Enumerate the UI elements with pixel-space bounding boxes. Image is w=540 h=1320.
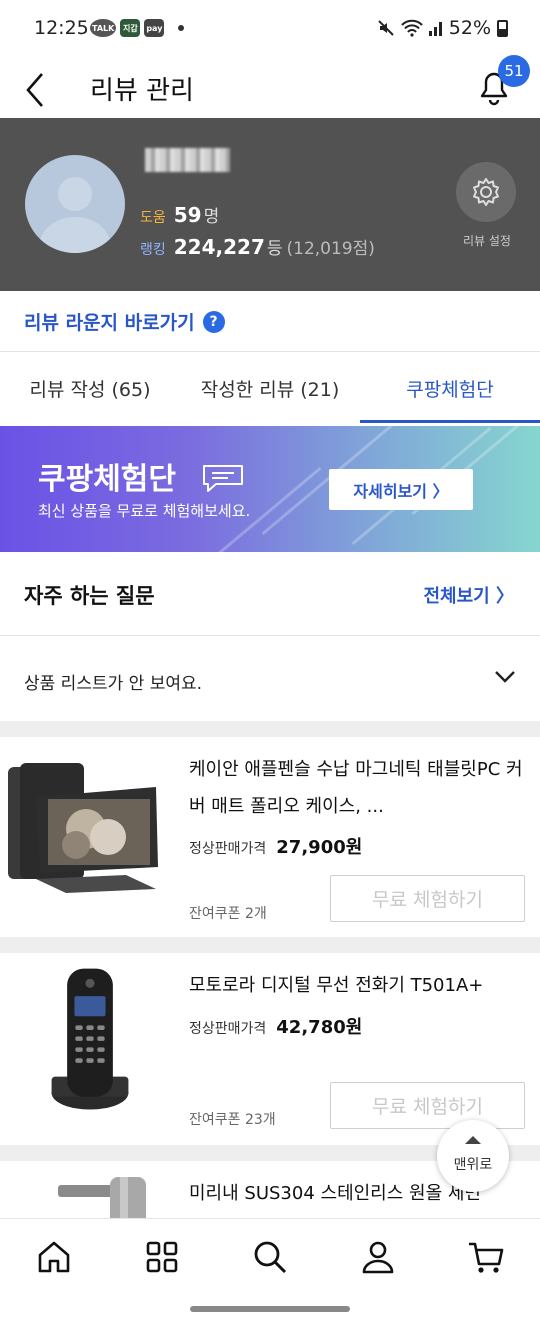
section-gap [0,937,540,953]
divider [0,635,540,636]
app-header: 리뷰 관리 51 [0,55,540,118]
coupon-count: 잔여쿠폰 23개 [189,1112,276,1128]
back-arrow-icon [26,73,43,107]
nav-search[interactable] [250,1237,290,1277]
kakaotalk-icon: TALK [90,19,117,37]
tab-write-review[interactable]: 리뷰 작성 (65) [0,352,180,424]
profile-card: 도움 59 명 랭킹 224,227 등 (12,019점) 리뷰 설정 [0,118,540,291]
price-row: 정상판매가격 42,780원 [189,1013,362,1039]
wallet-icon: 지갑 [120,19,141,37]
faq-header: 자주 하는 질문 전체보기 〉 [0,552,540,636]
avatar [25,155,125,253]
tablet-case-image [8,763,158,893]
help-unit: 명 [203,207,220,227]
battery-icon [497,19,508,37]
free-trial-button[interactable]: 무료 체험하기 [330,875,525,922]
price-value: 42,780원 [276,1017,363,1038]
tab-coupang-experience[interactable]: 쿠팡체험단 [360,352,540,424]
mute-icon [378,20,394,36]
scroll-top-button[interactable]: 맨위로 [437,1120,509,1192]
gear-icon [473,178,499,206]
nav-category[interactable] [142,1237,182,1277]
product-card[interactable]: 모토로라 디지털 무선 전화기 T501A+ 정상판매가격 42,780원 잔여… [0,953,540,1145]
search-icon [254,1241,287,1274]
review-lounge-label: 리뷰 라운지 바로가기 [24,312,195,334]
nav-cart[interactable] [466,1237,506,1277]
rank-label: 랭킹 [140,242,166,258]
help-stat: 도움 59 명 [140,202,219,227]
review-settings-label: 리뷰 설정 [463,234,511,248]
rank-stat: 랭킹 224,227 등 (12,019점) [140,234,375,259]
banner-subtitle: 최신 상품을 무료로 체험해보세요. [38,502,251,520]
page-title: 리뷰 관리 [90,76,194,106]
active-tab-indicator [360,420,540,423]
status-bar: 12:25 TALK 지갑 pay 52% [0,0,540,58]
help-count: 59 [173,203,202,227]
chevron-down-icon [495,671,515,683]
price-value: 27,900원 [276,837,363,858]
help-label: 도움 [140,210,166,226]
signal-icon [428,22,442,36]
review-settings-button[interactable] [456,162,516,222]
rank-points: (12,019점) [286,239,375,259]
price-row: 정상판매가격 27,900원 [189,833,362,859]
review-lounge-link[interactable]: 리뷰 라운지 바로가기 ? [24,308,225,335]
product-card[interactable]: 케이안 애플펜슬 수납 마그네틱 태블릿PC 커버 매트 폴리오 케이스, ..… [0,737,540,937]
banner-details-button[interactable]: 자세히보기 〉 [329,469,473,510]
scroll-top-label: 맨위로 [453,1157,493,1173]
product-name: 모토로라 디지털 무선 전화기 T501A+ [189,975,484,996]
banner-title: 쿠팡체험단 [38,462,176,497]
tab-bar: 리뷰 작성 (65) 작성한 리뷰 (21) 쿠팡체험단 [0,352,540,424]
product-name: 케이안 애플펜슬 수납 마그네틱 태블릿PC 커버 매트 폴리오 케이스, ..… [189,759,523,817]
price-label: 정상판매가격 [189,1021,267,1037]
pay-icon: pay [144,19,165,37]
coupon-count: 잔여쿠폰 2개 [189,906,267,922]
user-icon [362,1241,394,1274]
faq-question-text: 상품 리스트가 안 보여요. [24,674,203,694]
battery-percent: 52% [448,17,491,39]
back-button[interactable] [20,66,60,110]
rank-value: 224,227 [173,235,265,259]
blurred-username [145,148,230,172]
rank-unit: 등 [266,239,283,259]
triangle-up-icon [465,1136,481,1144]
section-gap [0,721,540,737]
question-icon[interactable]: ? [202,310,225,333]
experience-banner: 쿠팡체험단 최신 상품을 무료로 체험해보세요. 자세히보기 〉 [0,426,540,552]
free-trial-button[interactable]: 무료 체험하기 [330,1082,525,1129]
status-time: 12:25 [34,17,89,39]
nav-my[interactable] [358,1237,398,1277]
price-label: 정상판매가격 [189,841,267,857]
soap-dispenser-image [58,1177,146,1218]
home-icon [38,1241,70,1273]
faq-title: 자주 하는 질문 [24,584,155,608]
nav-home[interactable] [34,1237,74,1277]
category-icon [146,1241,178,1273]
faq-question-item[interactable]: 상품 리스트가 안 보여요. [0,637,540,721]
cordless-phone-image [51,968,129,1110]
cart-icon [469,1242,504,1273]
gesture-handle[interactable] [190,1306,350,1312]
tab-written-reviews[interactable]: 작성한 리뷰 (21) [180,352,360,424]
status-right: 52% [377,17,508,39]
wifi-icon [401,19,423,37]
gesture-bar [0,1298,540,1320]
notification-dot-icon [178,25,185,31]
status-app-icons: TALK 지갑 pay [90,19,185,37]
faq-view-all-link[interactable]: 전체보기 〉 [423,582,514,608]
notification-badge: 51 [498,55,530,87]
chat-bubble-icon [203,465,243,492]
bottom-navigation [0,1218,540,1298]
